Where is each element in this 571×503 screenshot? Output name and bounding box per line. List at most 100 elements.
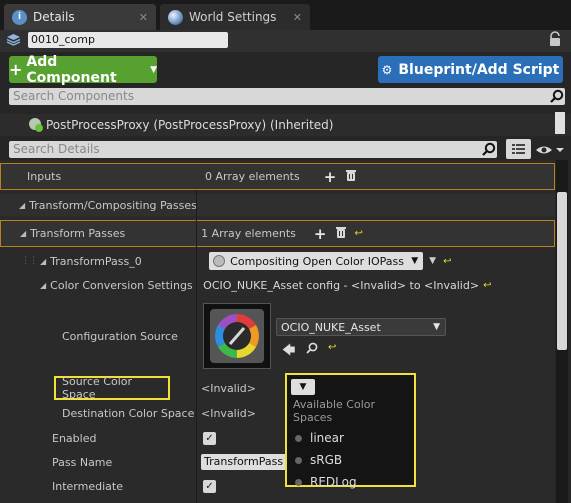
dropdown-arrow-icon: ▼ [150,64,157,75]
add-component-button[interactable]: + Add Component ▼ [9,53,157,86]
search-icon[interactable] [550,89,564,106]
pass-icon [213,255,226,267]
script-icon: ⚙ [381,62,393,77]
source-color-space-label: Source Color Space [62,375,132,401]
configuration-source-label: Configuration Source [62,329,178,343]
lock-icon[interactable] [548,31,562,47]
row-source-color-space[interactable]: Source Color Space <Invalid> [0,375,555,401]
color-space-option-label: linear [310,431,344,445]
tab-world-settings-label: World Settings [189,10,277,24]
chevron-down-icon[interactable]: ▼ [429,256,436,266]
component-label: PostProcessProxy (PostProcessProxy) (Inh… [46,118,334,132]
actor-name-field[interactable]: 0010_comp [28,32,228,48]
reset-arrow-icon[interactable]: ↩ [328,342,336,353]
transform-pass-0-label: TransformPass_0 [50,254,142,268]
tab-world-settings[interactable]: World Settings ✕ [160,4,310,30]
row-inputs[interactable]: Inputs 0 Array elements + [0,163,555,190]
tab-details[interactable]: i Details ✕ [4,4,156,30]
trash-icon[interactable] [336,226,347,241]
intermediate-checkbox[interactable]: ✓ [203,479,216,493]
chevron-down-icon: ▼ [299,382,307,392]
search-details-input[interactable]: Search Details [9,141,497,158]
row-pass-name[interactable]: Pass Name TransformPass [0,451,555,473]
color-space-option[interactable]: sRGB [287,449,414,471]
actor-icon [6,33,21,47]
inputs-value: 0 Array elements [205,170,300,183]
close-icon[interactable]: ✕ [139,11,148,24]
component-scrollbar[interactable] [555,112,565,134]
ocio-asset-thumbnail[interactable] [203,303,271,369]
bullet-icon [295,478,302,486]
search-components-placeholder: Search Components [13,89,134,103]
row-transform-pass-0[interactable]: ⋮⋮ ◢ TransformPass_0 Compositing Open Co… [0,250,555,272]
plus-icon: + [9,60,23,79]
bullet-icon [295,434,302,442]
ocio-asset-value: OCIO_NUKE_Asset [281,320,381,334]
scrollbar-thumb[interactable] [557,192,567,350]
add-element-icon[interactable]: + [314,225,327,243]
search-details-placeholder: Search Details [13,142,100,156]
source-color-space-value: <Invalid> [201,381,256,395]
row-enabled[interactable]: Enabled ✓ [0,427,555,449]
inputs-label: Inputs [27,170,62,183]
collapse-arrow-icon[interactable]: ◢ [19,201,25,210]
row-color-conversion[interactable]: ◢ Color Conversion Settings OCIO_NUKE_As… [0,274,555,296]
enabled-label: Enabled [52,431,97,445]
collapse-arrow-icon[interactable]: ◢ [40,257,46,266]
blueprint-label: Blueprint/Add Script [398,61,560,78]
row-intermediate[interactable]: Intermediate ✓ [0,475,555,497]
color-conversion-label: Color Conversion Settings [50,278,193,292]
reset-arrow-icon[interactable]: ↩ [354,228,362,239]
add-component-label: Add Component [26,53,117,86]
search-icon[interactable] [482,142,496,159]
chevron-down-icon: ▼ [433,322,440,332]
globe-icon [168,9,183,25]
use-selected-arrow-icon[interactable]: 🡄 [282,341,295,363]
color-space-option[interactable]: REDLog [287,471,414,493]
info-icon: i [12,9,27,25]
reset-arrow-icon[interactable]: ↩ [443,256,451,267]
source-color-space-label-box: Source Color Space [54,375,170,401]
color-space-option-label: REDLog [310,475,357,489]
color-conversion-value: OCIO_NUKE_Asset config - <Invalid> to <I… [203,278,480,292]
tab-details-label: Details [33,10,75,24]
add-element-icon[interactable]: + [324,168,337,186]
collapse-arrow-icon[interactable]: ◢ [20,229,26,238]
column-divider[interactable] [196,190,197,503]
search-components-input[interactable]: Search Components [9,88,565,105]
row-destination-color-space[interactable]: Destination Color Space <Invalid> [0,402,555,424]
pass-class-dropdown[interactable]: Compositing Open Color IOPass ▼ [209,252,424,270]
browse-search-icon[interactable] [306,342,318,357]
destination-color-space-label: Destination Color Space [62,406,195,420]
row-configuration-source[interactable]: Configuration Source [0,300,555,372]
transform-passes-label: Transform Passes [30,227,126,240]
pass-name-label: Pass Name [52,455,113,469]
ocio-asset-dropdown[interactable]: OCIO_NUKE_Asset ▼ [276,318,446,336]
postprocess-icon [28,117,44,133]
color-space-option-label: sRGB [310,453,343,467]
blueprint-add-script-button[interactable]: ⚙ Blueprint/Add Script [378,56,563,83]
close-icon[interactable]: ✕ [293,11,302,24]
color-space-option[interactable]: linear [287,427,414,449]
pass-name-value: TransformPass [204,455,284,468]
popup-title: Available Color Spaces [293,398,376,424]
pass-class-value: Compositing Open Color IOPass [230,254,404,268]
grip-icon[interactable]: ⋮⋮ [21,256,38,266]
eye-icon[interactable] [535,143,565,157]
pass-name-field[interactable]: TransformPass [201,454,291,470]
row-transform-compositing[interactable]: ◢ Transform/Compositing Passes [0,194,555,216]
reset-arrow-icon[interactable]: ↩ [483,280,491,291]
transform-compositing-label: Transform/Compositing Passes [29,198,197,212]
transform-passes-value: 1 Array elements [201,227,296,240]
trash-icon[interactable] [346,169,357,184]
collapse-arrow-icon[interactable]: ◢ [40,281,46,290]
color-space-popup: ▼ Available Color Spaces linear sRGB RED… [285,373,416,489]
intermediate-label: Intermediate [52,479,123,493]
destination-color-space-value: <Invalid> [201,406,256,420]
bullet-icon [295,456,302,464]
enabled-checkbox[interactable]: ✓ [203,431,216,445]
popup-dropdown-button[interactable]: ▼ [291,379,315,395]
property-matrix-icon[interactable] [506,139,531,159]
row-transform-passes[interactable]: ◢ Transform Passes 1 Array elements + ↩ [0,220,555,247]
chevron-down-icon: ▼ [411,256,419,266]
